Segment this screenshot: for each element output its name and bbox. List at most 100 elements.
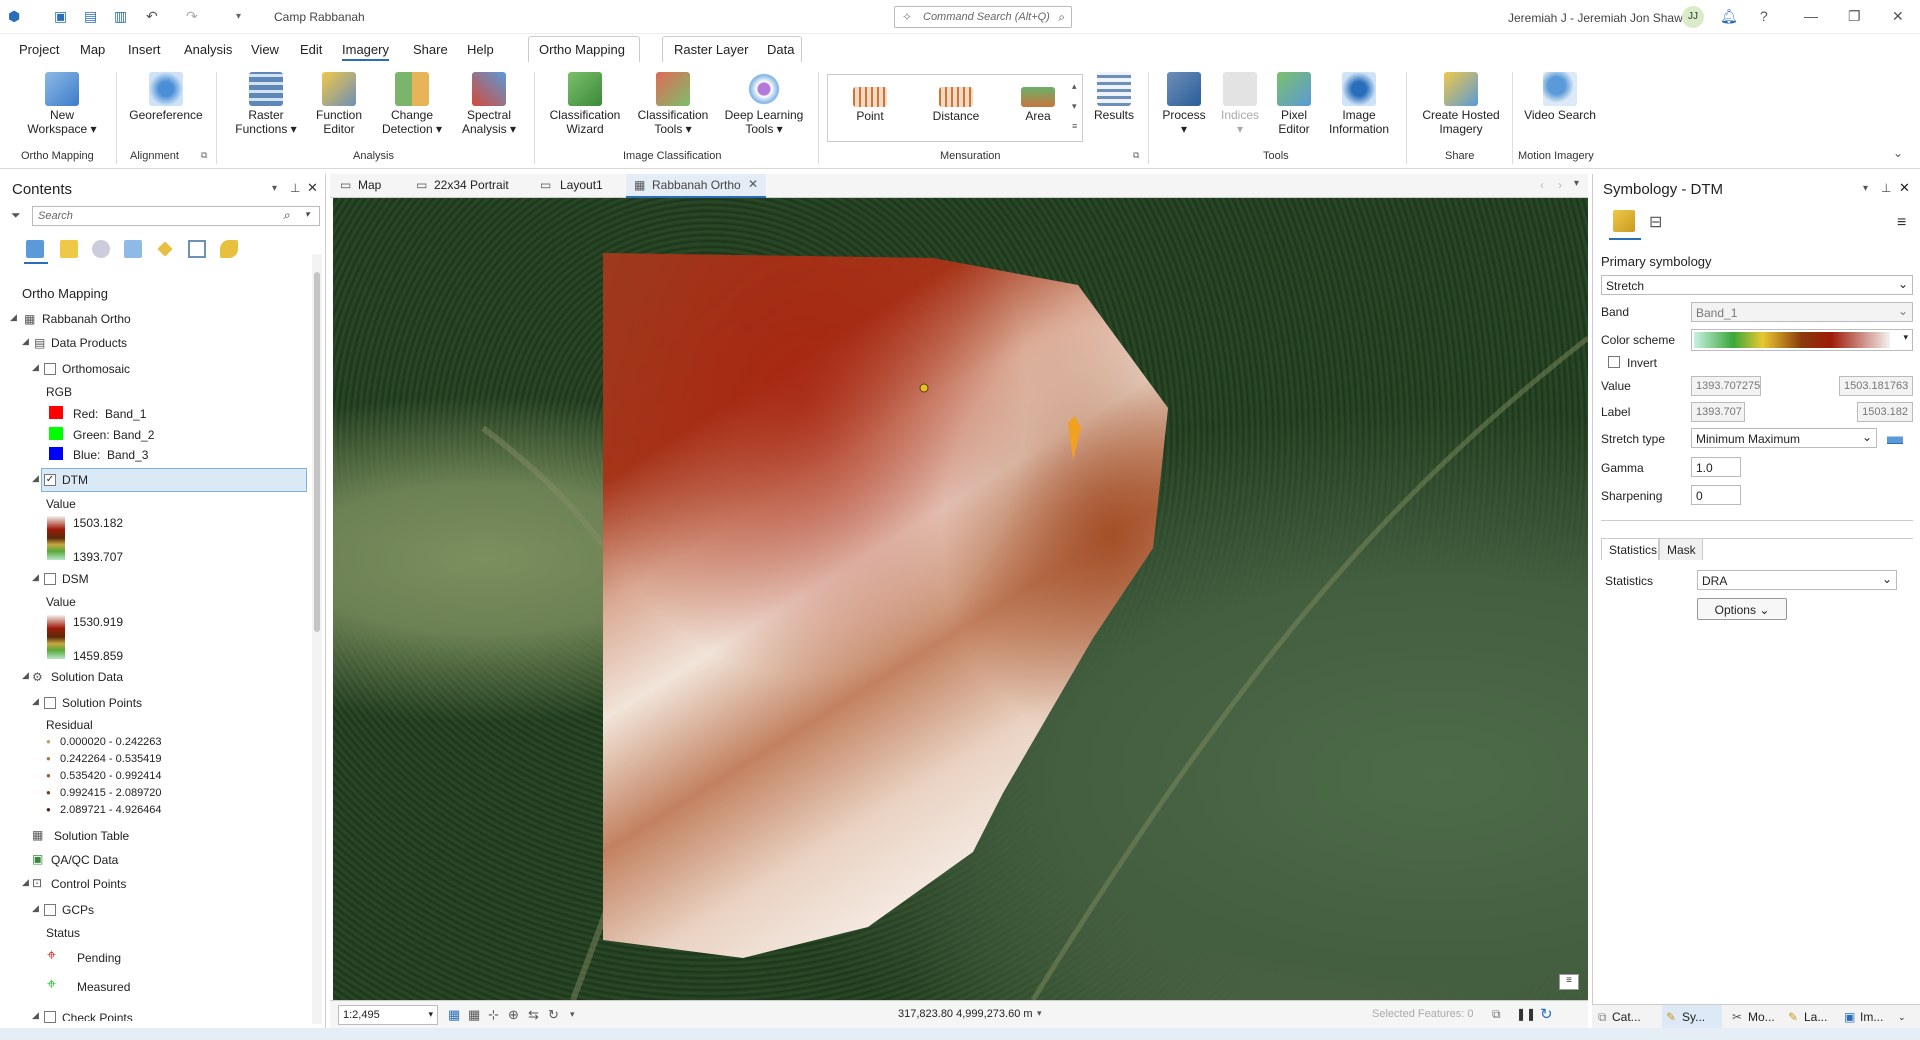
pane-options-icon[interactable]: ▾ [272,183,277,194]
contents-search-input[interactable]: Search ⌕ ▾ [32,206,320,226]
primary-symbology-icon[interactable] [1613,210,1635,232]
new-workspace-button[interactable]: New Workspace ▾ [20,72,104,136]
value-max-field[interactable]: 1503.181763 [1839,376,1913,396]
open-project-icon[interactable]: ▤ [84,8,97,25]
search-icon[interactable]: ⌕ [283,208,290,223]
close-tab-icon[interactable]: ✕ [748,177,758,191]
expand-arrow[interactable]: ◢ [10,312,17,323]
label-max-field[interactable]: 1503.182 [1857,402,1913,422]
sharpening-input[interactable]: 0 [1691,485,1741,505]
undo-icon[interactable]: ↶ [146,8,158,25]
tab-data[interactable]: Data [767,42,794,57]
dsm-layer[interactable]: DSM [62,572,89,586]
avatar[interactable]: JJ [1682,6,1704,28]
tab-view[interactable]: View [251,42,279,57]
restore-icon[interactable]: ❐ [1848,8,1861,25]
search-options-icon[interactable]: ▾ [305,209,310,220]
expand-arrow[interactable]: ◢ [32,903,39,914]
deep-learning-tools-button[interactable]: Deep Learning Tools ▾ [720,72,808,136]
tab-share[interactable]: Share [413,42,448,57]
expand-arrow[interactable]: ◢ [22,877,29,888]
process-button[interactable]: Process ▾ [1156,72,1212,136]
workspace-item[interactable]: Rabbanah Ortho [42,312,131,326]
filter-icon[interactable]: ⏷ [11,208,21,223]
classification-tools-button[interactable]: Classification Tools ▾ [632,72,714,136]
minimize-icon[interactable]: — [1804,8,1818,24]
solution-table-item[interactable]: Solution Table [54,829,129,843]
tab-symbology[interactable]: ✎ Sy... [1662,1005,1722,1029]
list-by-source-icon[interactable] [60,240,78,258]
invert-checkbox[interactable] [1608,356,1620,368]
solution-points-layer[interactable]: Solution Points [62,696,142,710]
color-scheme-dropdown[interactable]: ▾ [1691,329,1913,351]
create-hosted-imagery-button[interactable]: Create Hosted Imagery [1418,72,1504,136]
change-detection-button[interactable]: Change Detection ▾ [374,72,450,136]
renderer-dropdown[interactable]: Stretch ⌄ [1601,275,1913,295]
list-by-editing-icon[interactable] [157,241,173,257]
list-by-selection-icon[interactable] [124,240,142,258]
tab-edit[interactable]: Edit [300,42,322,57]
dynamic-icon[interactable]: ⇆ [528,1007,539,1023]
expand-arrow[interactable]: ◢ [22,336,29,347]
pixel-editor-button[interactable]: Pixel Editor [1268,72,1320,136]
statistics-dropdown[interactable]: DRA ⌄ [1697,570,1897,590]
solution-data-group[interactable]: Solution Data [51,670,123,684]
video-search-button[interactable]: Video Search [1522,72,1598,122]
point-measure-button[interactable]: Point [840,81,900,123]
grid-icon[interactable]: ▦ [468,1007,480,1023]
tab-analysis[interactable]: Analysis [184,42,232,57]
value-min-field[interactable]: 1393.707275 [1691,376,1761,396]
user-name[interactable]: Jeremiah J - Jeremiah Jon Shaw [1508,11,1683,25]
chevron-down-icon[interactable]: ⌄ [1898,1012,1906,1023]
mensuration-launcher-icon[interactable]: ⧉ [1133,150,1139,161]
pin-icon[interactable]: ⊥ [290,181,300,195]
tab-ortho-mapping[interactable]: Ortho Mapping [528,36,640,62]
scale-dropdown[interactable]: 1:2,495 ▾ [338,1005,438,1025]
distance-measure-button[interactable]: Distance [918,81,994,123]
gcps-layer[interactable]: GCPs [62,903,94,917]
customize-toolbar-icon[interactable]: ▾ [236,11,241,22]
tab-rabbanah-ortho[interactable]: ▦ Rabbanah Ortho ✕ [626,174,766,198]
tab-imagery[interactable]: Imagery [342,42,389,61]
constraints-icon[interactable]: ⊕ [508,1007,519,1023]
pane-options-icon[interactable]: ▾ [1863,183,1868,194]
scrollbar-thumb[interactable] [314,272,320,632]
coordinate-readout[interactable]: 317,823.80 4,999,273.60 m [898,1008,1033,1020]
list-by-drawing-order-icon[interactable] [26,240,44,258]
map-notes-icon[interactable]: ≡ [1559,974,1579,990]
gamma-input[interactable]: 1.0 [1691,457,1741,477]
menu-icon[interactable]: ≡ [1897,214,1906,232]
expand-arrow[interactable]: ◢ [32,473,39,484]
histogram-icon[interactable] [1887,430,1903,444]
map-view[interactable]: ≡ [333,198,1588,1000]
control-points-group[interactable]: Control Points [51,877,126,891]
map-canvas[interactable] [333,198,1588,1000]
tab-map-view[interactable]: Map [358,178,381,192]
data-products-group[interactable]: Data Products [51,336,127,350]
chevron-down-icon[interactable]: ▾ [570,1009,575,1020]
tab-catalog[interactable]: Cat... [1612,1010,1641,1024]
georeference-button[interactable]: Georeference [124,72,208,122]
alignment-launcher-icon[interactable]: ⧉ [201,150,207,161]
help-icon[interactable]: ? [1760,8,1768,24]
classification-wizard-button[interactable]: Classification Wizard [544,72,626,136]
mask-symbology-icon[interactable]: ⊟ [1649,212,1662,232]
list-by-data-source-icon[interactable] [92,240,110,258]
gcps-checkbox[interactable] [44,904,56,916]
fixed-zoom-icon[interactable]: ▦ [448,1007,460,1023]
expand-arrow[interactable]: ◢ [32,696,39,707]
contents-scrollbar[interactable] [312,254,322,1024]
chevron-down-icon[interactable]: ▾ [1037,1008,1042,1019]
new-project-icon[interactable]: ▣ [54,8,67,25]
tab-list-icon[interactable]: ▾ [1574,178,1579,189]
redo-icon[interactable]: ↷ [186,8,198,25]
pause-drawing-icon[interactable]: ❚❚ [1516,1007,1536,1021]
command-search-input[interactable]: ✧ Command Search (Alt+Q) ⌕ [894,6,1072,28]
search-icon[interactable]: ⌕ [1058,10,1065,25]
tab-image[interactable]: Im... [1860,1010,1883,1024]
splitter[interactable] [1601,520,1913,521]
band-dropdown[interactable]: Band_1 ⌄ [1691,302,1913,322]
dtm-layer[interactable]: DTM [62,473,88,487]
results-button[interactable]: Results [1088,72,1140,122]
orthomosaic-layer[interactable]: Orthomosaic [62,362,130,376]
